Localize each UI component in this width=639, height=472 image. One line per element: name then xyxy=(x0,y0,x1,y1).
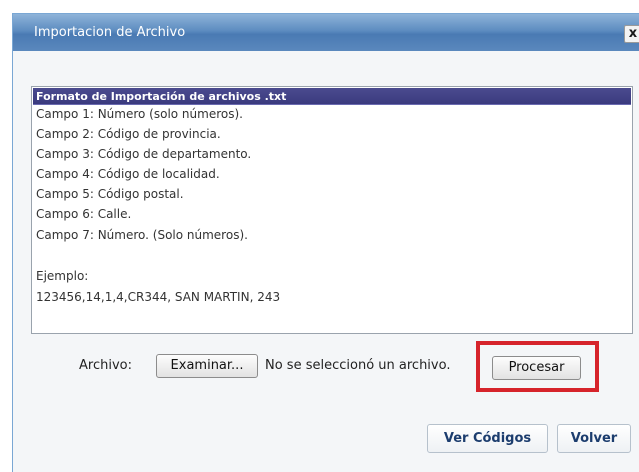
close-button[interactable]: x xyxy=(624,25,639,43)
format-line-7: Campo 7: Número. (Solo números). xyxy=(36,228,248,242)
back-button[interactable]: Volver xyxy=(557,424,631,453)
format-line-6: Campo 6: Calle. xyxy=(36,207,132,221)
browse-button[interactable]: Examinar... xyxy=(156,354,258,378)
no-file-status: No se seleccionó un archivo. xyxy=(265,358,451,373)
process-button[interactable]: Procesar xyxy=(492,356,581,380)
example-value: 123456,14,1,4,CR344, SAN MARTIN, 243 xyxy=(36,290,281,304)
dialog-titlebar[interactable]: Importacion de Archivo xyxy=(13,14,639,51)
format-info-box: Formato de Importación de archivos .txt … xyxy=(31,86,633,334)
close-icon: x xyxy=(628,26,638,41)
format-line-3: Campo 3: Código de departamento. xyxy=(36,147,252,161)
dialog-title: Importacion de Archivo xyxy=(34,25,186,40)
format-line-5: Campo 5: Código postal. xyxy=(36,187,184,201)
format-line-4: Campo 4: Código de localidad. xyxy=(36,167,220,181)
view-codes-button[interactable]: Ver Códigos xyxy=(427,424,548,453)
format-info-header: Formato de Importación de archivos .txt xyxy=(33,88,631,105)
example-label: Ejemplo: xyxy=(36,269,89,283)
format-line-2: Campo 2: Código de provincia. xyxy=(36,127,221,141)
format-line-1: Campo 1: Número (solo números). xyxy=(36,107,243,121)
file-label: Archivo: xyxy=(79,358,132,373)
import-dialog: Importacion de Archivo x Formato de Impo… xyxy=(12,13,639,472)
